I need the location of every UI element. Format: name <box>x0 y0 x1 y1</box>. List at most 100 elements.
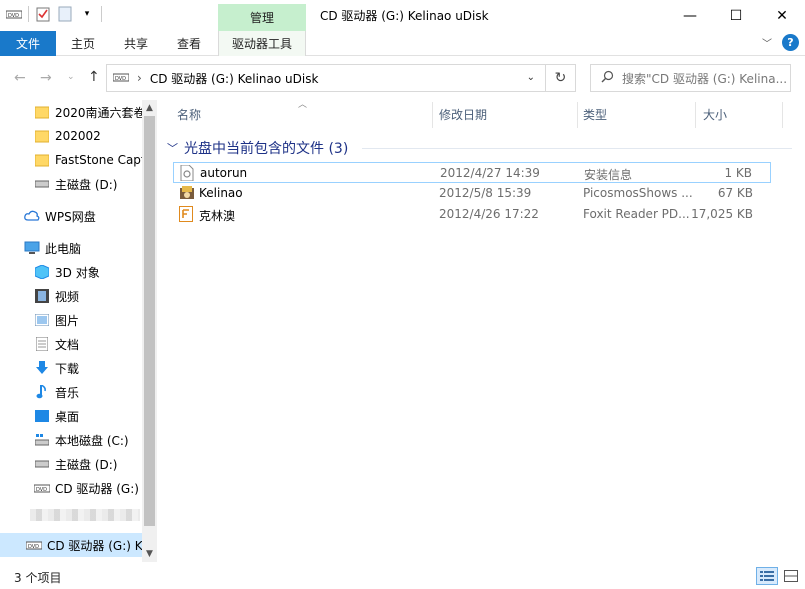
sidebar-item-wps[interactable]: WPS网盘 <box>0 204 142 228</box>
expand-ribbon-icon[interactable]: ﹀ <box>762 35 772 50</box>
breadcrumb[interactable]: CD 驱动器 (G:) Kelinao uDisk <box>150 70 319 87</box>
file-row[interactable]: autorun 2012/4/27 14:39 安装信息 1 KB <box>173 162 771 183</box>
search-input[interactable]: 搜索"CD 驱动器 (G:) Kelina... <box>622 70 787 87</box>
up-icon[interactable]: ↑ <box>88 69 100 85</box>
tab-file[interactable]: 文件 <box>0 31 56 56</box>
file-date: 2012/5/8 15:39 <box>439 186 532 200</box>
tab-manage[interactable]: 管理 <box>218 4 306 31</box>
desktop-icon <box>34 408 50 424</box>
tab-drive-tools[interactable]: 驱动器工具 <box>218 31 306 56</box>
sidebar-item-music[interactable]: 音乐 <box>0 380 142 404</box>
recent-locations-icon[interactable]: ⌄ <box>67 72 75 82</box>
sidebar-item[interactable]: 202002 <box>0 124 142 148</box>
column-divider[interactable] <box>695 102 696 128</box>
search-box[interactable]: 搜索"CD 驱动器 (G:) Kelina... <box>590 64 791 92</box>
sidebar-item[interactable]: 2020南通六套卷 <box>0 100 142 124</box>
sidebar-item-label: 此电脑 <box>45 241 82 256</box>
sidebar-item-this-pc[interactable]: 此电脑 <box>0 236 142 260</box>
forward-icon[interactable]: → <box>40 70 52 86</box>
file-type: Foxit Reader PD... <box>583 207 690 221</box>
scrollbar-thumb[interactable] <box>144 116 155 526</box>
video-icon <box>34 288 50 304</box>
sidebar-item-label: 视频 <box>55 289 80 304</box>
sidebar-item-drive-g-selected[interactable]: DVD CD 驱动器 (G:) K <box>0 533 157 557</box>
pdf-file-icon <box>179 206 195 222</box>
column-divider[interactable] <box>782 102 783 128</box>
svg-text:DVD: DVD <box>115 76 126 82</box>
svg-text:DVD: DVD <box>36 487 47 493</box>
sidebar-item-drive-d[interactable]: 主磁盘 (D:) <box>0 452 142 476</box>
sidebar-item-label: 图片 <box>55 313 80 328</box>
sidebar-item-documents[interactable]: 文档 <box>0 332 142 356</box>
file-row[interactable]: Kelinao 2012/5/8 15:39 PicosmosShows ...… <box>173 183 771 204</box>
file-type: 安装信息 <box>584 168 633 182</box>
sidebar-item-label: 2020南通六套卷 <box>55 105 142 120</box>
cube-icon <box>34 264 50 280</box>
sidebar-item-label: 本地磁盘 (C:) <box>55 433 129 448</box>
file-date: 2012/4/26 17:22 <box>439 207 539 221</box>
window-title: CD 驱动器 (G:) Kelinao uDisk <box>320 9 489 23</box>
new-folder-icon[interactable] <box>57 6 73 22</box>
system-drive-icon <box>34 432 50 448</box>
cd-drive-icon: DVD <box>112 71 130 86</box>
sidebar-item-label: 下载 <box>55 361 80 376</box>
file-row[interactable]: 克林澳 2012/4/26 17:22 Foxit Reader PD... 1… <box>173 204 771 225</box>
address-dropdown-icon[interactable]: ⌄ <box>527 72 535 83</box>
sidebar-item-label: CD 驱动器 (G:) K <box>47 538 143 553</box>
column-header-date[interactable]: 修改日期 <box>439 100 487 128</box>
cd-drive-icon: DVD <box>6 6 22 22</box>
minimize-button[interactable]: — <box>667 0 713 31</box>
sidebar-item-label: 桌面 <box>55 409 80 424</box>
customize-toolbar-icon[interactable]: ▾ <box>79 6 95 22</box>
back-icon[interactable]: ← <box>14 70 26 86</box>
blurred-item <box>30 509 140 521</box>
column-divider[interactable] <box>432 102 433 128</box>
sidebar-item-label: 主磁盘 (D:) <box>55 177 118 192</box>
tab-share[interactable]: 共享 <box>113 31 159 56</box>
computer-icon <box>24 240 40 256</box>
sidebar-item-pictures[interactable]: 图片 <box>0 308 142 332</box>
details-view-icon[interactable] <box>756 567 778 585</box>
sidebar-item-downloads[interactable]: 下载 <box>0 356 142 380</box>
tab-home[interactable]: 主页 <box>60 31 106 56</box>
sidebar-item-label: 音乐 <box>55 385 80 400</box>
svg-text:DVD: DVD <box>28 544 39 550</box>
file-type: PicosmosShows ... <box>583 186 693 200</box>
sidebar-item[interactable]: 主磁盘 (D:) <box>0 172 142 196</box>
address-bar[interactable]: DVD › CD 驱动器 (G:) Kelinao uDisk ⌄ ↻ <box>106 64 576 92</box>
svg-text:DVD: DVD <box>8 13 19 19</box>
group-header[interactable]: ﹀ 光盘中当前包含的文件 (3) <box>167 138 792 158</box>
refresh-icon[interactable]: ↻ <box>545 65 575 91</box>
maximize-button[interactable]: ☐ <box>713 0 759 31</box>
large-icons-view-icon[interactable] <box>780 567 802 585</box>
sidebar-item-label: 3D 对象 <box>55 265 100 280</box>
sidebar-item-drive-c[interactable]: 本地磁盘 (C:) <box>0 428 142 452</box>
scroll-down-icon[interactable]: ▼ <box>142 546 157 562</box>
sidebar-item-videos[interactable]: 视频 <box>0 284 142 308</box>
quick-access-toolbar: DVD ▾ <box>6 6 102 22</box>
column-divider[interactable] <box>577 102 578 128</box>
cd-drive-icon: DVD <box>34 480 50 496</box>
image-app-icon <box>179 185 195 201</box>
column-header-size[interactable]: 大小 <box>703 100 727 128</box>
column-header-type[interactable]: 类型 <box>583 100 607 128</box>
file-size: 67 KB <box>717 186 753 200</box>
sidebar-item[interactable]: FastStone Capt <box>0 148 142 172</box>
properties-icon[interactable] <box>35 6 51 22</box>
column-header-name[interactable]: 名称 <box>177 100 201 128</box>
breadcrumb-separator-icon[interactable]: › <box>137 71 142 85</box>
file-name: 克林澳 <box>199 209 236 223</box>
close-button[interactable]: ✕ <box>759 0 805 31</box>
help-icon[interactable]: ? <box>782 34 799 51</box>
title-bar: DVD ▾ 管理 CD 驱动器 (G:) Kelinao uDisk — ☐ ✕ <box>0 0 805 31</box>
sidebar-item-3d-objects[interactable]: 3D 对象 <box>0 260 142 284</box>
collapse-chevron-icon[interactable]: ﹀ <box>167 140 178 156</box>
sidebar-scrollbar[interactable]: ▲ ▼ <box>142 100 157 562</box>
tab-view[interactable]: 查看 <box>166 31 212 56</box>
group-label: 光盘中当前包含的文件 (3) <box>184 141 349 157</box>
file-name: autorun <box>200 166 248 180</box>
scroll-up-icon[interactable]: ▲ <box>142 100 157 116</box>
sidebar-item-desktop[interactable]: 桌面 <box>0 404 142 428</box>
sidebar-item-drive-g[interactable]: DVD CD 驱动器 (G:) <box>0 476 142 500</box>
inf-file-icon <box>180 164 196 182</box>
